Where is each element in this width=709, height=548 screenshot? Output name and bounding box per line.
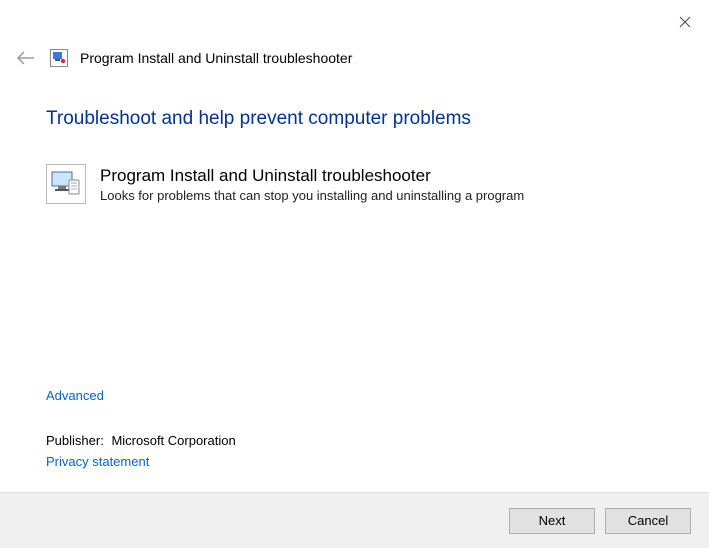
monitor-icon (51, 170, 81, 198)
content-area: Troubleshoot and help prevent computer p… (46, 108, 679, 204)
publisher-name: Microsoft Corporation (111, 433, 235, 448)
publisher-label: Publisher: (46, 433, 104, 448)
page-heading: Troubleshoot and help prevent computer p… (46, 108, 679, 130)
cancel-button[interactable]: Cancel (605, 508, 691, 534)
back-button[interactable] (14, 46, 38, 70)
troubleshooter-icon-box (46, 164, 86, 204)
next-button[interactable]: Next (509, 508, 595, 534)
troubleshooter-item: Program Install and Uninstall troublesho… (46, 164, 679, 204)
troubleshooter-description: Looks for problems that can stop you ins… (100, 188, 524, 203)
titlebar (0, 0, 709, 40)
app-icon (50, 49, 68, 67)
troubleshooter-text: Program Install and Uninstall troublesho… (100, 164, 524, 203)
close-button[interactable] (669, 8, 701, 36)
troubleshooter-window: Program Install and Uninstall troublesho… (0, 0, 709, 548)
header-row: Program Install and Uninstall troublesho… (0, 40, 709, 82)
lower-block: Advanced Publisher: Microsoft Corporatio… (46, 388, 679, 469)
troubleshooter-title: Program Install and Uninstall troublesho… (100, 166, 524, 186)
publisher-row: Publisher: Microsoft Corporation (46, 433, 679, 448)
advanced-link[interactable]: Advanced (46, 388, 104, 403)
window-title: Program Install and Uninstall troublesho… (80, 50, 352, 66)
footer: Next Cancel (0, 492, 709, 548)
back-arrow-icon (16, 51, 36, 65)
privacy-link[interactable]: Privacy statement (46, 454, 149, 469)
troubleshooter-icon (50, 49, 68, 67)
close-icon (679, 16, 691, 28)
